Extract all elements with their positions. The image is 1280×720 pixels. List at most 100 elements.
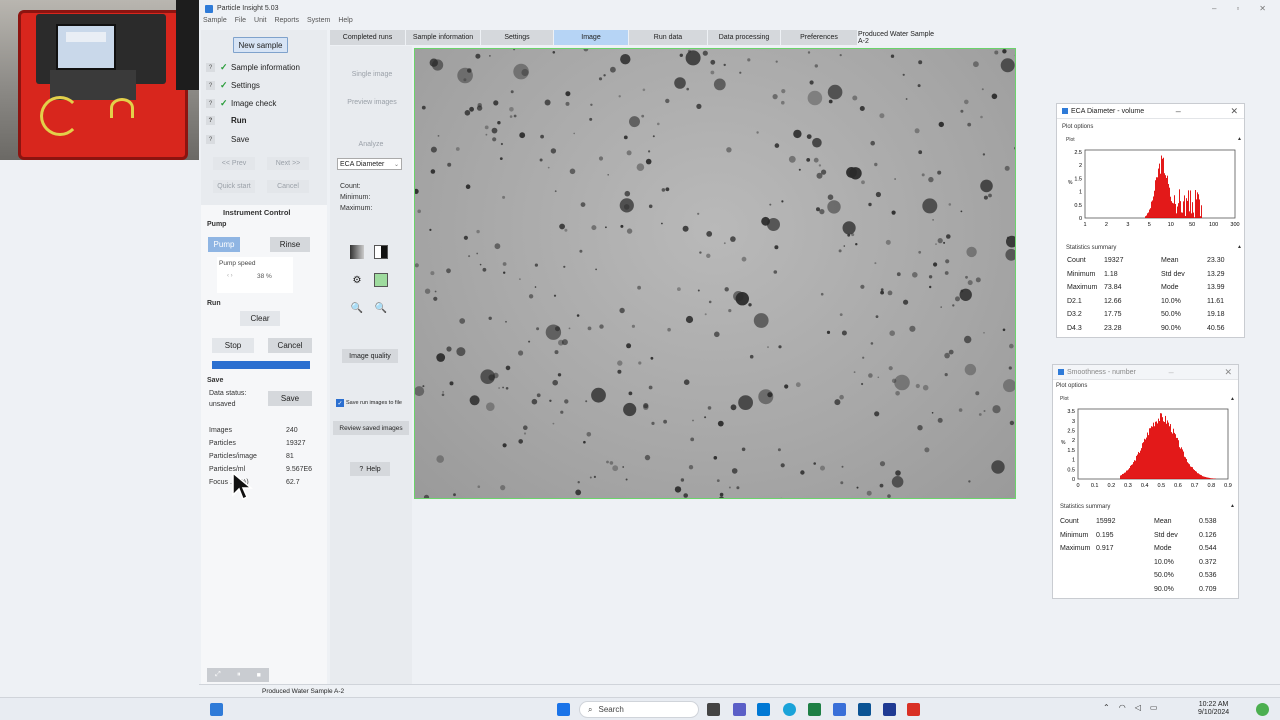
workflow-step[interactable]: ? ✓ Image check xyxy=(206,98,276,109)
save-run-images-option[interactable]: ✓ Save run images to file xyxy=(336,399,402,407)
volume-icon[interactable]: ◁ xyxy=(1135,703,1141,712)
media-controls[interactable]: ⤢ ⏸ ■ xyxy=(207,668,269,682)
particle xyxy=(847,233,851,237)
cancel-workflow-button[interactable]: Cancel xyxy=(267,180,309,193)
analyze-button[interactable]: Analyze xyxy=(346,137,396,151)
particle-image-viewer[interactable] xyxy=(414,48,1016,499)
plot-options-label[interactable]: Plot options xyxy=(1056,383,1087,389)
help-icon[interactable]: ? xyxy=(206,99,215,108)
app-icon[interactable] xyxy=(907,703,920,716)
save-data-button[interactable]: Save xyxy=(268,391,312,406)
battery-icon[interactable]: ▭ xyxy=(1150,703,1158,712)
cancel-run-button[interactable]: Cancel xyxy=(268,338,312,353)
share-icon[interactable]: ⤢ xyxy=(215,671,221,679)
particle xyxy=(469,106,474,112)
help-icon[interactable]: ? xyxy=(206,116,215,125)
app-icon[interactable] xyxy=(808,703,821,716)
tab-image[interactable]: Image xyxy=(554,30,629,45)
smoothness-window-titlebar[interactable]: Smoothness - number – ✕ xyxy=(1053,365,1238,380)
workflow-step[interactable]: ? Save xyxy=(206,135,249,144)
help-icon[interactable]: ? xyxy=(206,81,215,90)
system-tray[interactable]: ⌃ ◠ ◁ ▭ xyxy=(1103,703,1157,712)
tab-produced-water-sample-a-2[interactable]: Produced Water Sample A-2 xyxy=(858,30,938,45)
single-image-button[interactable]: Single image xyxy=(339,67,405,81)
task-view-icon[interactable] xyxy=(210,703,223,716)
plot-options-label[interactable]: Plot options xyxy=(1062,124,1093,130)
collapse-icon[interactable]: ▲ xyxy=(1237,136,1242,142)
minimize-icon[interactable]: – xyxy=(1212,4,1216,13)
workflow-step[interactable]: ? ✓ Settings xyxy=(206,80,260,91)
menu-item[interactable]: File xyxy=(235,17,246,24)
stat-label: Images xyxy=(209,427,232,434)
rinse-button[interactable]: Rinse xyxy=(270,237,310,252)
stop-button[interactable]: Stop xyxy=(212,338,254,353)
help-icon[interactable]: ? xyxy=(206,63,215,72)
next-button[interactable]: Next >> xyxy=(267,157,309,170)
new-sample-button[interactable]: New sample xyxy=(233,37,288,53)
tab-settings[interactable]: Settings xyxy=(481,30,554,45)
stop-icon[interactable]: ■ xyxy=(257,672,261,679)
close-icon[interactable]: ✕ xyxy=(1259,4,1266,13)
eca-window-titlebar[interactable]: ECA Diameter - volume – ✕ xyxy=(1057,104,1244,119)
edge-icon[interactable] xyxy=(783,703,796,716)
particle-insight-icon[interactable] xyxy=(883,703,896,716)
app-icon[interactable] xyxy=(833,703,846,716)
quick-start-button[interactable]: Quick start xyxy=(213,180,255,193)
start-icon[interactable] xyxy=(557,703,570,716)
clear-button[interactable]: Clear xyxy=(240,311,280,326)
invert-icon[interactable] xyxy=(374,245,388,259)
zoom-in-icon[interactable]: 🔍 xyxy=(374,301,388,315)
help-icon[interactable]: ? xyxy=(206,135,215,144)
overlay-icon[interactable] xyxy=(374,273,388,287)
minimize-icon[interactable]: – xyxy=(1169,367,1174,377)
menu-item[interactable]: Reports xyxy=(274,17,299,24)
workflow-step[interactable]: ? ✓ Sample information xyxy=(206,62,300,73)
x-tick-label: 5 xyxy=(1148,222,1151,228)
particle xyxy=(642,88,646,92)
teams-icon[interactable] xyxy=(733,703,746,716)
clock[interactable]: 10:22 AM 9/10/2024 xyxy=(1198,701,1229,717)
workflow-step[interactable]: ? Run xyxy=(206,116,247,125)
app-icon[interactable] xyxy=(858,703,871,716)
close-icon[interactable]: ✕ xyxy=(1224,367,1232,378)
pump-button[interactable]: Pump xyxy=(208,237,240,252)
chevron-up-icon[interactable]: ⌃ xyxy=(1103,703,1110,712)
parameter-select[interactable]: ECA Diameter ⌄ xyxy=(337,158,402,170)
image-quality-button[interactable]: Image quality xyxy=(342,349,398,363)
collapse-icon[interactable]: ▲ xyxy=(1230,503,1235,509)
maximize-icon[interactable]: ▫ xyxy=(1236,4,1239,13)
tab-preferences[interactable]: Preferences xyxy=(781,30,858,45)
menu-item[interactable]: Sample xyxy=(203,17,227,24)
tab-data-processing[interactable]: Data processing xyxy=(708,30,781,45)
menu-item[interactable]: System xyxy=(307,17,330,24)
copilot-icon[interactable] xyxy=(1256,703,1269,716)
review-saved-images-button[interactable]: Review saved images xyxy=(333,421,409,435)
y-tick-label: 1.5 xyxy=(1067,448,1075,454)
menu-item[interactable]: Unit xyxy=(254,17,266,24)
tab-run-data[interactable]: Run data xyxy=(629,30,708,45)
help-button[interactable]: ? Help xyxy=(350,462,390,476)
gear-icon[interactable]: ⚙ xyxy=(350,273,364,287)
wifi-icon[interactable]: ◠ xyxy=(1119,703,1126,712)
particle xyxy=(983,195,988,200)
tab-sample-information[interactable]: Sample information xyxy=(406,30,481,45)
contrast-icon[interactable] xyxy=(350,245,364,259)
prev-button[interactable]: << Prev xyxy=(213,157,255,170)
pump-speed-stepper[interactable]: ‹ › xyxy=(227,273,233,279)
taskbar-search[interactable]: ⌕ Search xyxy=(579,701,699,718)
file-explorer-icon[interactable] xyxy=(707,703,720,716)
tab-completed-runs[interactable]: Completed runs xyxy=(330,30,406,45)
checkbox-checked-icon[interactable]: ✓ xyxy=(336,399,344,407)
outlook-icon[interactable] xyxy=(757,703,770,716)
particle xyxy=(812,137,822,148)
close-icon[interactable]: ✕ xyxy=(1230,106,1238,117)
minimize-icon[interactable]: – xyxy=(1176,106,1181,116)
pause-icon[interactable]: ⏸ xyxy=(237,671,241,679)
zoom-out-icon[interactable]: 🔍 xyxy=(350,301,364,315)
preview-images-button[interactable]: Preview images xyxy=(339,95,405,109)
collapse-icon[interactable]: ▲ xyxy=(1237,244,1242,250)
menu-item[interactable]: Help xyxy=(338,17,352,24)
particle xyxy=(889,330,895,337)
status-bar: Produced Water Sample A-2 xyxy=(199,684,1280,697)
collapse-icon[interactable]: ▲ xyxy=(1230,396,1235,402)
